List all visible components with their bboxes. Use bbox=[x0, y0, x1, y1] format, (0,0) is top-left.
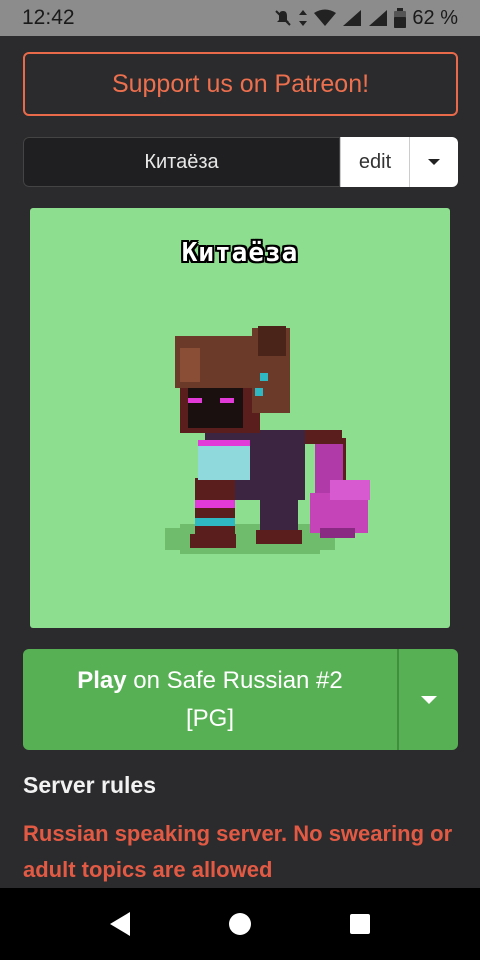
navigation-bar bbox=[0, 888, 480, 960]
patreon-button[interactable]: Support us on Patreon! bbox=[23, 52, 458, 116]
chevron-down-icon bbox=[420, 695, 437, 704]
status-icons: 62 % bbox=[274, 7, 458, 30]
play-button[interactable]: Play on Safe Russian #2 [PG] bbox=[23, 649, 397, 750]
edit-button[interactable]: edit bbox=[340, 137, 409, 187]
play-label: Play on Safe Russian #2 bbox=[77, 662, 343, 700]
data-arrows-icon bbox=[298, 9, 308, 27]
play-rating: [PG] bbox=[185, 704, 234, 732]
play-button-group: Play on Safe Russian #2 [PG] bbox=[23, 649, 458, 750]
server-rules-heading: Server rules bbox=[23, 772, 156, 798]
recents-icon[interactable] bbox=[350, 914, 371, 934]
wifi-icon bbox=[314, 9, 337, 27]
battery-level: 62 % bbox=[412, 6, 458, 29]
status-time: 12:42 bbox=[22, 6, 75, 29]
mute-icon bbox=[274, 9, 292, 27]
server-rules-text: Russian speaking server. No swearing or … bbox=[23, 821, 453, 882]
character-selector: Китаёза edit bbox=[23, 137, 458, 187]
pony-sprite bbox=[165, 326, 370, 554]
back-icon[interactable] bbox=[109, 912, 130, 936]
character-dropdown-button[interactable] bbox=[409, 137, 458, 187]
play-verb: Play bbox=[77, 666, 127, 694]
signal-icon bbox=[342, 9, 362, 27]
play-server-name: on Safe Russian #2 bbox=[126, 666, 343, 694]
battery-icon bbox=[394, 8, 407, 28]
character-name-field[interactable]: Китаёза bbox=[23, 137, 340, 187]
server-dropdown-button[interactable] bbox=[399, 649, 458, 750]
signal-icon bbox=[368, 9, 388, 27]
home-icon[interactable] bbox=[228, 913, 251, 935]
character-preview: Китаёза bbox=[30, 208, 450, 628]
status-bar: 12:42 62 % bbox=[0, 0, 480, 36]
chevron-down-icon bbox=[428, 159, 440, 165]
